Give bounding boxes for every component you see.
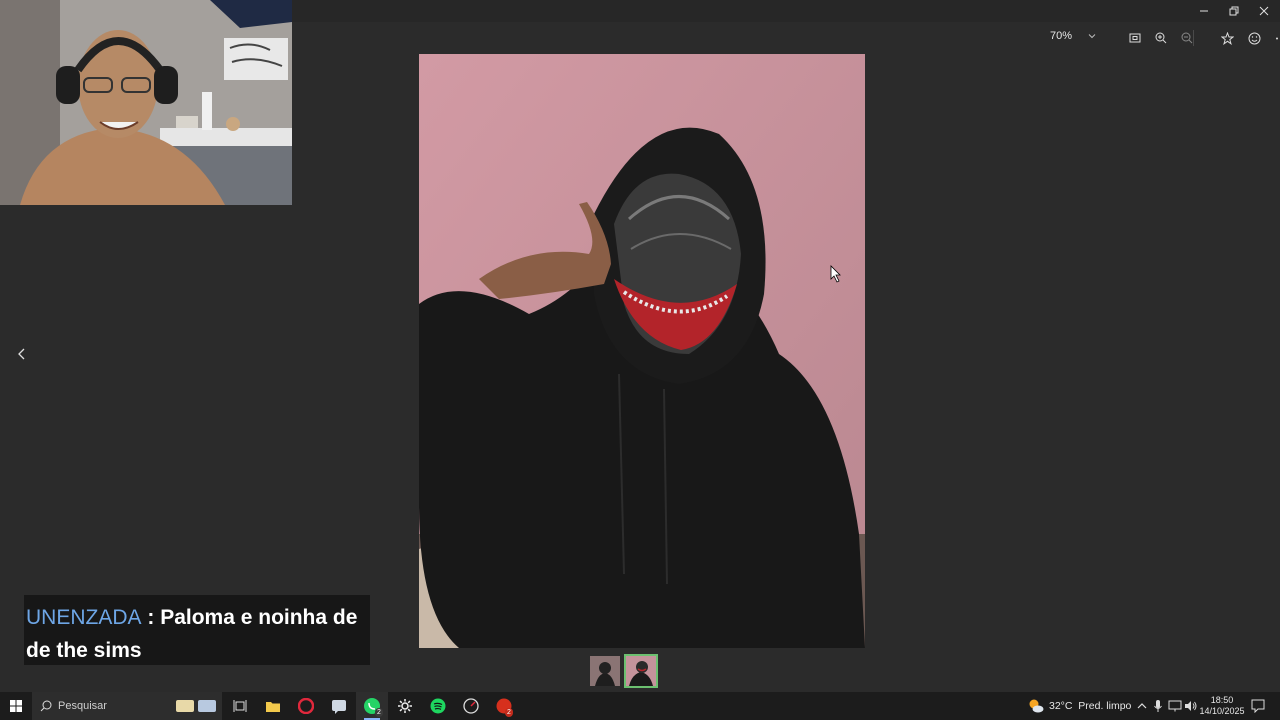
close-button[interactable] — [1249, 0, 1279, 22]
taskbar-search[interactable]: Pesquisar — [32, 692, 222, 720]
toolbar-divider — [1193, 30, 1194, 46]
thumbnail-image — [590, 656, 620, 686]
chat-message: UNENZADA : Paloma e noinha de de the sim… — [26, 601, 366, 667]
opera-icon — [298, 698, 314, 714]
clock-time: 18:50 — [1210, 695, 1234, 705]
folder-icon — [266, 702, 280, 712]
speedometer-icon — [463, 698, 479, 714]
zoom-out-button[interactable] — [1177, 28, 1197, 48]
microphone-icon[interactable] — [1153, 699, 1163, 713]
app-button-chat[interactable] — [323, 692, 355, 720]
minimize-icon — [1200, 10, 1208, 12]
fit-screen-button[interactable] — [1125, 28, 1145, 48]
webcam-feed — [0, 0, 292, 205]
app-button-red[interactable]: 2 — [488, 692, 520, 720]
more-options-icon — [1275, 37, 1278, 39]
favorite-star-icon — [1220, 31, 1234, 45]
zoom-dropdown-chevron-icon[interactable] — [1087, 31, 1097, 41]
spotify-icon — [430, 698, 446, 714]
zoom-level[interactable]: 70% — [1050, 30, 1072, 42]
whatsapp-button[interactable]: 2 — [356, 692, 388, 720]
thumbnail-2[interactable] — [624, 654, 658, 688]
start-button[interactable] — [0, 692, 32, 720]
notification-center-icon[interactable] — [1251, 699, 1265, 713]
taskbar-clock[interactable]: 18:50 14/10/2025 — [1196, 695, 1248, 717]
chevron-left-icon — [18, 348, 25, 360]
clock-date: 14/10/2025 — [1199, 706, 1245, 716]
thumbnail-strip — [590, 654, 658, 688]
more-options-button[interactable] — [1271, 28, 1280, 48]
chat-app-icon — [332, 700, 346, 714]
spotify-button[interactable] — [422, 692, 454, 720]
whatsapp-badge: 2 — [375, 708, 383, 717]
settings-button[interactable] — [389, 692, 421, 720]
thumbnail-1[interactable] — [590, 656, 620, 686]
task-view-icon — [233, 700, 247, 712]
viewer-toolbar: 70% — [1020, 26, 1280, 50]
restore-icon — [1229, 6, 1239, 16]
webcam-overlay — [0, 0, 292, 205]
photo-image — [419, 54, 865, 648]
zoom-out-icon — [1181, 32, 1193, 44]
search-highlight-icon — [176, 700, 216, 712]
taskbar: Pesquisar 2 2 32°C Pred. limpo 18:50 14/… — [0, 692, 1280, 720]
emoji-react-icon — [1248, 32, 1260, 44]
fit-screen-icon — [1129, 33, 1141, 43]
restore-button[interactable] — [1219, 0, 1249, 22]
thumbnail-image — [626, 656, 656, 686]
chevron-up-icon[interactable] — [1137, 701, 1147, 711]
task-view-button[interactable] — [224, 692, 256, 720]
favorite-button[interactable] — [1217, 28, 1237, 48]
search-icon — [40, 700, 52, 712]
zoom-in-icon — [1155, 32, 1167, 44]
file-explorer-button[interactable] — [257, 692, 289, 720]
app-button-speed[interactable] — [455, 692, 487, 720]
chat-overlay: UNENZADA : Paloma e noinha de de the sim… — [24, 595, 370, 665]
network-icon[interactable] — [1168, 700, 1182, 712]
mouse-cursor-icon — [830, 265, 841, 283]
gear-icon — [398, 699, 412, 713]
previous-image-button[interactable] — [12, 344, 32, 364]
minimize-button[interactable] — [1189, 0, 1219, 22]
chat-username: UNENZADA — [26, 606, 142, 629]
zoom-in-button[interactable] — [1151, 28, 1171, 48]
close-icon — [1259, 6, 1269, 16]
weather-icon[interactable] — [1028, 698, 1044, 714]
weather-text[interactable]: 32°C Pred. limpo — [1049, 700, 1131, 712]
chat-separator: : — [141, 606, 161, 629]
emoji-react-button[interactable] — [1244, 28, 1264, 48]
windows-logo-icon — [10, 700, 22, 712]
main-photo — [419, 54, 865, 648]
opera-button[interactable] — [290, 692, 322, 720]
search-placeholder: Pesquisar — [58, 700, 107, 712]
red-app-badge: 2 — [505, 708, 513, 717]
